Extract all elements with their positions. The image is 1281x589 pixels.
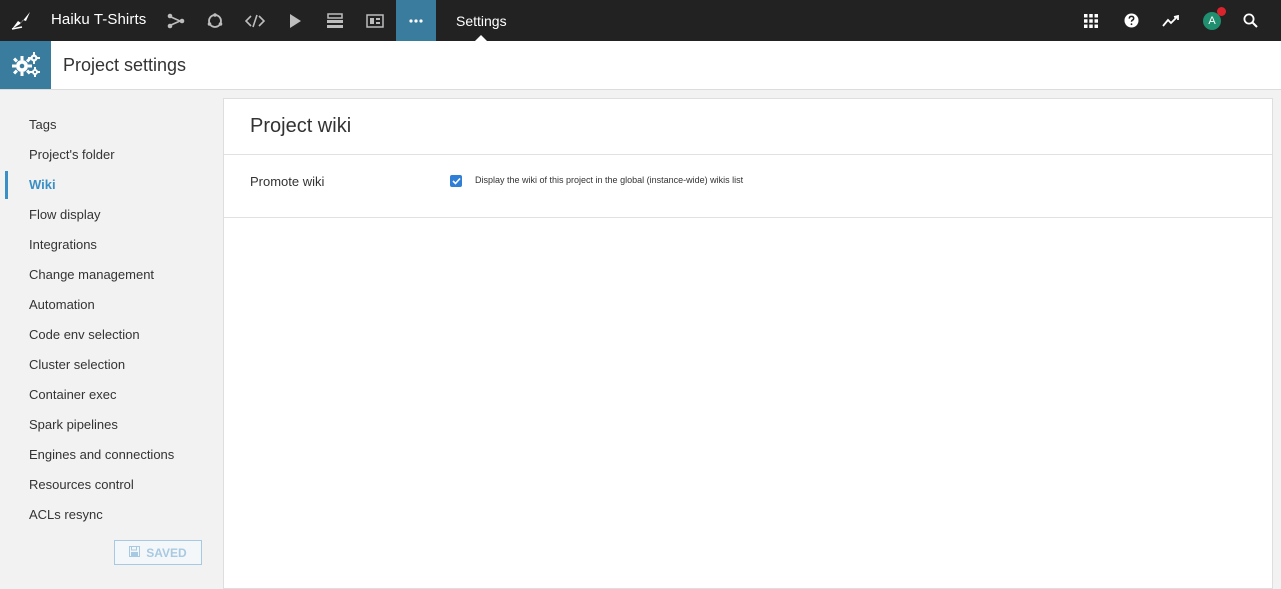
notification-dot (1217, 6, 1226, 16)
sidebar-item-label: Automation (29, 296, 95, 312)
sidebar-item-acls-resync[interactable]: ACLs resync (0, 499, 223, 529)
sidebar-item-container-exec[interactable]: Container exec (0, 379, 223, 409)
top-navigation-bar: Haiku T-Shirts Settings A (0, 0, 1281, 41)
deploy-icon[interactable] (315, 0, 355, 41)
sidebar-item-label: Flow display (29, 206, 101, 222)
help-icon[interactable] (1115, 0, 1147, 41)
avatar-button[interactable]: A (1196, 0, 1228, 41)
panel-title: Project wiki (250, 115, 352, 137)
sidebar-item-label: Code env selection (29, 326, 140, 342)
more-icon[interactable] (396, 0, 436, 41)
sidebar-item-wiki[interactable]: Wiki (0, 169, 223, 199)
page-header: Project settings (0, 41, 1281, 90)
code-icon[interactable] (235, 0, 275, 41)
sidebar-item-label: Project's folder (29, 146, 115, 162)
settings-gears-icon (0, 41, 51, 89)
run-icon[interactable] (275, 0, 315, 41)
saved-button-label: SAVED (146, 545, 187, 560)
sidebar-item-tags[interactable]: Tags (0, 109, 223, 139)
sidebar-item-label: Resources control (29, 476, 134, 492)
project-name[interactable]: Haiku T-Shirts (51, 11, 146, 28)
project-wiki-panel: Project wiki Promote wiki Display the wi… (223, 98, 1273, 589)
sidebar-item-label: Change management (29, 266, 155, 282)
title-divider (224, 154, 1272, 155)
save-floppy-icon (129, 545, 141, 560)
search-icon[interactable] (1234, 0, 1266, 41)
promote-wiki-checkbox[interactable] (450, 175, 462, 187)
sidebar-item-code-env-selection[interactable]: Code env selection (0, 319, 223, 349)
logo-bird-icon[interactable] (10, 9, 34, 33)
avatar: A (1203, 6, 1226, 30)
recipes-icon[interactable] (195, 0, 235, 41)
sidebar-item-resources-control[interactable]: Resources control (0, 469, 223, 499)
sidebar-item-change-management[interactable]: Change management (0, 259, 223, 289)
settings-sidebar: Tags Project's folder Wiki Flow display … (0, 89, 223, 587)
flow-icon[interactable] (156, 0, 196, 41)
saved-button[interactable]: SAVED (114, 540, 202, 565)
page-title: Project settings (63, 55, 187, 75)
activity-icon[interactable] (1155, 0, 1187, 41)
sidebar-item-spark-pipelines[interactable]: Spark pipelines (0, 409, 223, 439)
dashboard-icon[interactable] (355, 0, 395, 41)
sidebar-item-label: Spark pipelines (29, 416, 118, 432)
sidebar-item-projects-folder[interactable]: Project's folder (0, 139, 223, 169)
sidebar-item-label: Container exec (29, 386, 117, 402)
promote-wiki-label: Promote wiki (250, 174, 325, 189)
sidebar-item-engines-and-connections[interactable]: Engines and connections (0, 439, 223, 469)
row-divider (224, 217, 1272, 218)
promote-wiki-description[interactable]: Display the wiki of this project in the … (475, 175, 743, 185)
sidebar-item-label: Wiki (29, 176, 56, 192)
sidebar-item-integrations[interactable]: Integrations (0, 229, 223, 259)
sidebar-item-label: Integrations (29, 236, 97, 252)
sidebar-item-cluster-selection[interactable]: Cluster selection (0, 349, 223, 379)
avatar-letter: A (1208, 14, 1216, 27)
sidebar-item-label: ACLs resync (29, 506, 103, 522)
sidebar-item-flow-display[interactable]: Flow display (0, 199, 223, 229)
sidebar-item-automation[interactable]: Automation (0, 289, 223, 319)
section-title[interactable]: Settings (456, 13, 507, 29)
apps-grid-icon[interactable] (1075, 0, 1107, 41)
sidebar-item-label: Tags (29, 116, 57, 132)
sidebar-item-label: Cluster selection (29, 356, 126, 372)
sidebar-item-label: Engines and connections (29, 446, 175, 462)
